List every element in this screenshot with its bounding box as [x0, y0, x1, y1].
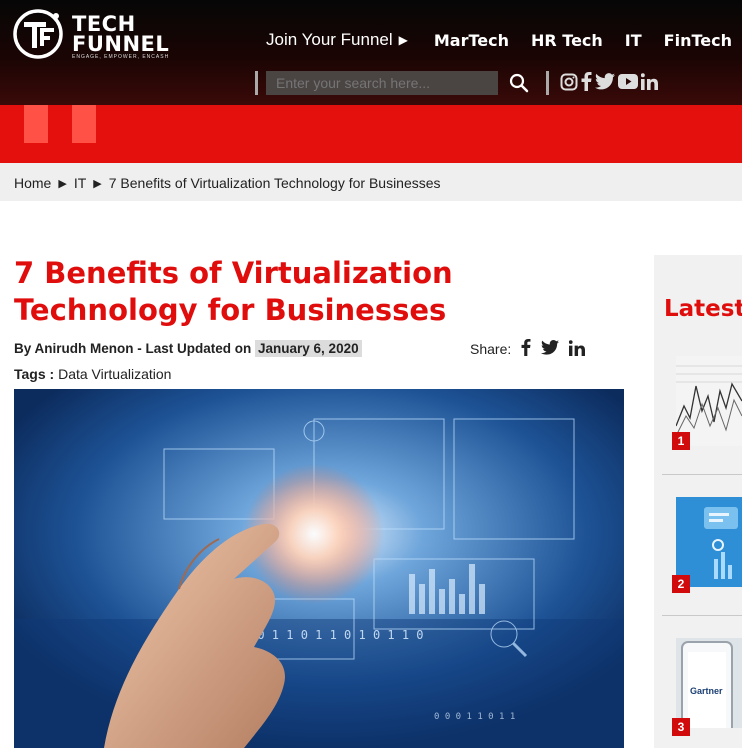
nav-item-martech[interactable]: MarTech — [434, 31, 509, 50]
breadcrumb-separator-icon: ▶ — [58, 177, 67, 190]
breadcrumb-category[interactable]: IT — [74, 175, 86, 191]
search-divider-left — [255, 71, 258, 95]
instagram-icon[interactable] — [560, 73, 578, 96]
join-funnel-label: Join Your Funnel — [265, 30, 393, 49]
breadcrumb-home[interactable]: Home — [14, 175, 51, 191]
page-title: 7 Benefits of Virtualization Technology … — [14, 256, 453, 327]
social-divider — [546, 71, 549, 95]
latest-rank-badge: 1 — [672, 432, 690, 450]
logo-mark-icon — [13, 9, 63, 59]
breadcrumb-separator-icon: ▶ — [93, 177, 102, 190]
red-banner — [0, 105, 742, 163]
top-navigation: Join Your Funnel ▶ MarTech HR Tech IT Fi… — [266, 30, 732, 50]
nav-item-it[interactable]: IT — [625, 31, 642, 50]
nav-item-hr-tech[interactable]: HR Tech — [531, 31, 603, 50]
twitter-share-icon[interactable] — [541, 340, 560, 358]
facebook-share-icon[interactable] — [521, 339, 531, 359]
share-bar: Share: — [470, 339, 586, 359]
social-links — [560, 72, 658, 96]
brand-tagline: ENGAGE, EMPOWER, ENCASH — [72, 54, 170, 60]
hero-image: 1 0 1 0 1 1 0 1 1 0 1 0 1 1 0 0 0 0 1 1 … — [14, 389, 624, 748]
publish-date: January 6, 2020 — [255, 340, 362, 357]
latest-thumbnail-3[interactable]: Gartner — [676, 638, 742, 728]
banner-accent-block — [24, 105, 48, 143]
linkedin-share-icon[interactable] — [569, 339, 586, 359]
twitter-icon[interactable] — [595, 73, 615, 95]
facebook-icon[interactable] — [581, 72, 592, 96]
join-funnel-link[interactable]: Join Your Funnel ▶ — [266, 30, 408, 50]
sidebar-heading: Latest — [664, 296, 742, 322]
breadcrumb-current: 7 Benefits of Virtualization Technology … — [108, 175, 441, 191]
article-tags: Tags : Data Virtualization — [14, 366, 171, 382]
latest-rank-badge: 2 — [672, 575, 690, 593]
share-label: Share: — [470, 341, 512, 357]
linkedin-icon[interactable] — [640, 73, 658, 95]
gartner-logo-text: Gartner — [690, 686, 723, 696]
search-input[interactable] — [266, 71, 498, 95]
site-header: TECH FUNNEL ENGAGE, EMPOWER, ENCASH Join… — [0, 0, 742, 105]
search-icon[interactable] — [509, 73, 529, 93]
svg-text:0 0 0 1 1 0 1 1: 0 0 0 1 1 0 1 1 — [434, 712, 515, 722]
latest-rank-badge: 3 — [672, 718, 690, 736]
tag-link[interactable]: Data Virtualization — [58, 366, 171, 382]
play-arrow-icon: ▶ — [398, 33, 408, 47]
youtube-icon[interactable] — [618, 74, 638, 94]
sidebar-divider — [662, 474, 742, 475]
brand-name-line2: FUNNEL — [72, 32, 170, 56]
byline-author: By Anirudh Menon - Last Updated on — [14, 341, 252, 356]
site-logo[interactable]: TECH FUNNEL ENGAGE, EMPOWER, ENCASH — [12, 8, 169, 60]
article-byline: By Anirudh Menon - Last Updated on Janua… — [14, 340, 362, 357]
sidebar-divider — [662, 615, 742, 616]
breadcrumb: Home ▶ IT ▶ 7 Benefits of Virtualization… — [14, 175, 441, 191]
tags-label: Tags : — [14, 366, 55, 382]
latest-thumbnail-2[interactable] — [676, 497, 742, 587]
banner-accent-block — [72, 105, 96, 143]
nav-item-fintech[interactable]: FinTech — [664, 31, 732, 50]
